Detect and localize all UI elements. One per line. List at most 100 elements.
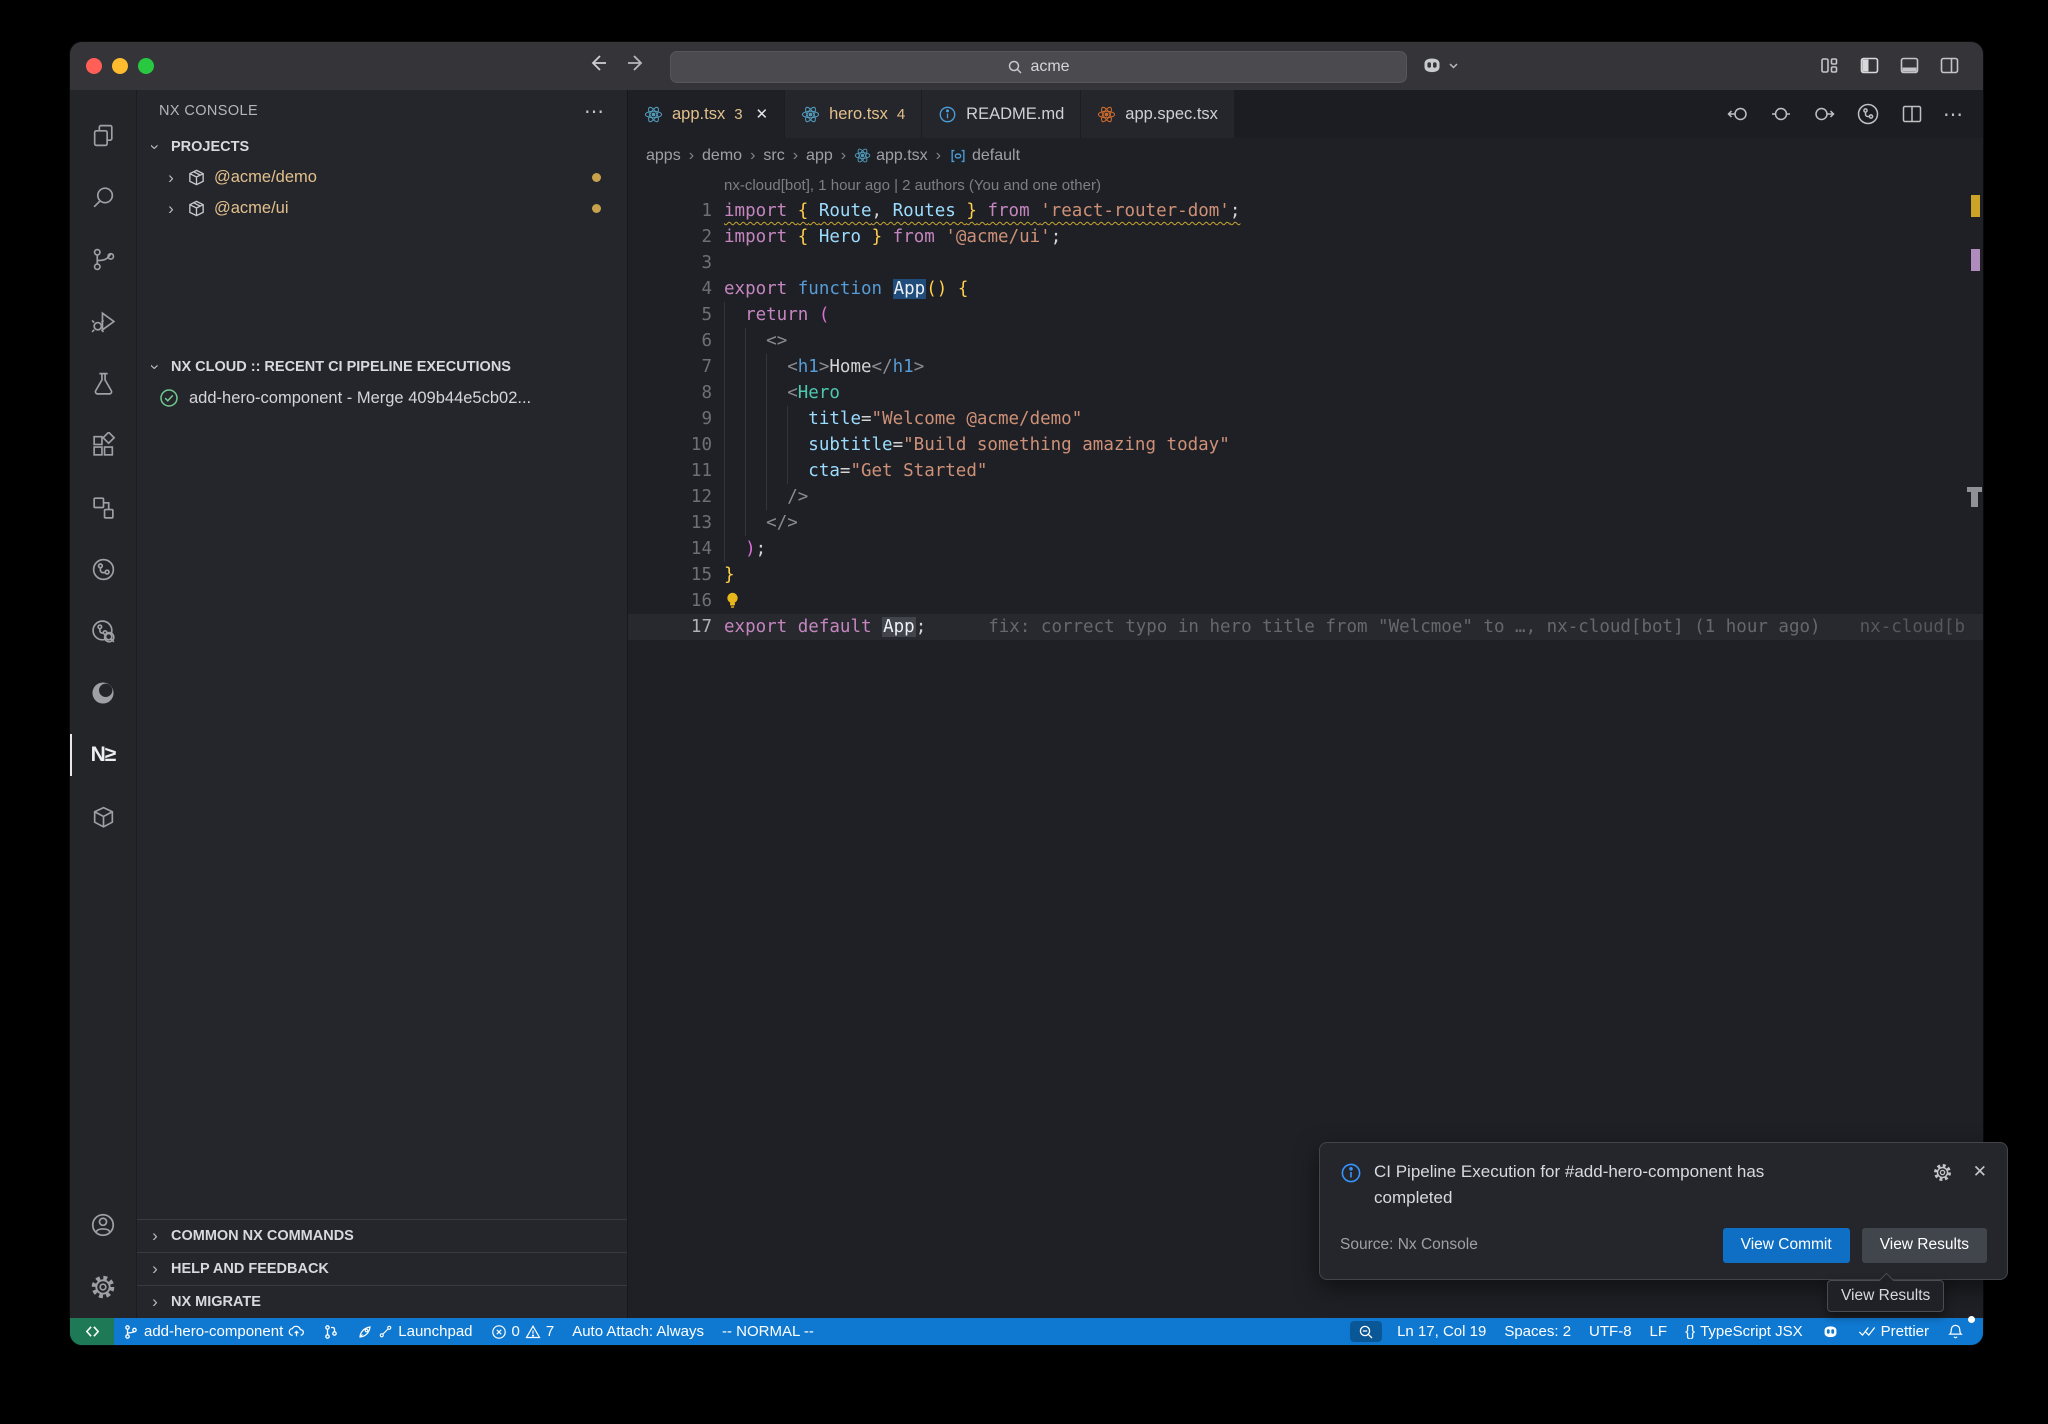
rocket-icon — [357, 1324, 373, 1340]
tab-app-spec-tsx[interactable]: app.spec.tsx — [1081, 90, 1235, 138]
breadcrumb-item-file[interactable]: app.tsx — [854, 147, 928, 165]
source-control-icon[interactable] — [70, 228, 136, 290]
prev-change-icon[interactable] — [1726, 102, 1750, 126]
tab-label: app.tsx — [672, 105, 725, 124]
code-line-7[interactable]: 7 <h1>Home</h1> — [628, 354, 1983, 380]
code-line-14[interactable]: 14 ); — [628, 536, 1983, 562]
references-icon[interactable] — [70, 476, 136, 538]
toggle-panel-icon[interactable] — [1898, 54, 1921, 77]
zoom-status[interactable] — [1350, 1321, 1382, 1342]
section-help-and-feedback[interactable]: › HELP AND FEEDBACK — [137, 1252, 627, 1285]
pipeline-execution-item[interactable]: add-hero-component - Merge 409b44e5cb02.… — [137, 382, 627, 414]
error-icon — [491, 1324, 507, 1340]
project-item-acme-ui[interactable]: › @acme/ui — [137, 193, 627, 224]
notification-settings-gear-icon[interactable] — [1932, 1162, 1953, 1183]
lightbulb-icon[interactable] — [724, 591, 741, 610]
commit-graph-status[interactable] — [314, 1318, 348, 1345]
section-projects[interactable]: › PROJECTS — [137, 132, 627, 162]
code-line-4[interactable]: 4export function App() { — [628, 276, 1983, 302]
breadcrumb-item-symbol[interactable]: default — [949, 147, 1020, 165]
vim-mode-status[interactable]: -- NORMAL -- — [713, 1318, 823, 1345]
code-line-16[interactable]: 16 — [628, 588, 1983, 614]
view-results-button[interactable]: View Results — [1862, 1228, 1987, 1263]
code-line-13[interactable]: 13 </> — [628, 510, 1983, 536]
chevron-right-icon: › — [163, 170, 179, 186]
command-center-search[interactable]: acme — [670, 51, 1407, 83]
tab-readme-md[interactable]: README.md — [922, 90, 1081, 138]
search-sidebar-icon[interactable] — [70, 166, 136, 228]
indentation-status[interactable]: Spaces: 2 — [1495, 1318, 1580, 1345]
project-item-acme-demo[interactable]: › @acme/demo — [137, 162, 627, 193]
navigate-back-icon[interactable] — [586, 52, 608, 74]
chevron-right-icon: › — [163, 201, 179, 217]
view-commit-button[interactable]: View Commit — [1723, 1228, 1850, 1263]
tab-hero-tsx[interactable]: hero.tsx 4 — [785, 90, 922, 138]
extensions-icon[interactable] — [70, 414, 136, 476]
notifications-bell[interactable] — [1938, 1318, 1973, 1345]
more-actions-icon[interactable]: ⋯ — [584, 99, 605, 124]
language-mode-status[interactable]: {} TypeScript JSX — [1676, 1318, 1812, 1345]
eol-status[interactable]: LF — [1641, 1318, 1677, 1345]
close-tab-icon[interactable]: ✕ — [756, 105, 769, 123]
code-line-5[interactable]: 5 return ( — [628, 302, 1983, 328]
section-label: PROJECTS — [171, 139, 249, 155]
gitlens-icon[interactable] — [70, 600, 136, 662]
code-line-3[interactable]: 3 — [628, 250, 1983, 276]
search-icon — [1007, 59, 1023, 75]
navigate-forward-icon[interactable] — [626, 52, 648, 74]
symbol-variable-icon — [949, 147, 967, 165]
formatter-status[interactable]: Prettier — [1849, 1318, 1938, 1345]
notification-source: Source: Nx Console — [1340, 1236, 1478, 1254]
toggle-secondary-sidebar-icon[interactable] — [1938, 54, 1961, 77]
minimize-window-button[interactable] — [112, 58, 128, 74]
nx-console-icon[interactable]: N≥ — [70, 724, 136, 786]
run-debug-icon[interactable] — [70, 290, 136, 352]
inline-blame: fix: correct typo in hero title from "We… — [926, 617, 1820, 637]
remote-indicator[interactable] — [70, 1318, 114, 1345]
breadcrumb-item[interactable]: apps — [646, 147, 681, 165]
encoding-status[interactable]: UTF-8 — [1580, 1318, 1641, 1345]
code-line-17[interactable]: 17nx-cloud[bexport default App;fix: corr… — [628, 614, 1983, 640]
settings-gear-icon[interactable] — [70, 1256, 136, 1318]
section-nx-migrate[interactable]: › NX MIGRATE — [137, 1285, 627, 1318]
account-icon[interactable] — [70, 1194, 136, 1256]
section-common-nx-commands[interactable]: › COMMON NX COMMANDS — [137, 1219, 627, 1252]
remote-explorer-icon[interactable] — [70, 538, 136, 600]
code-line-1[interactable]: 1import { Route, Routes } from 'react-ro… — [628, 198, 1983, 224]
toggle-primary-sidebar-icon[interactable] — [1858, 54, 1881, 77]
code-line-15[interactable]: 15} — [628, 562, 1983, 588]
tab-app-tsx[interactable]: app.tsx 3 ✕ — [628, 90, 785, 138]
code-line-9[interactable]: 9 title="Welcome @acme/demo" — [628, 406, 1983, 432]
next-change-icon[interactable] — [1812, 102, 1836, 126]
explorer-icon[interactable] — [70, 104, 136, 166]
copilot-status[interactable] — [1812, 1318, 1849, 1345]
code-line-11[interactable]: 11 cta="Get Started" — [628, 458, 1983, 484]
code-line-2[interactable]: 2import { Hero } from '@acme/ui'; — [628, 224, 1983, 250]
breadcrumb-item[interactable]: demo — [702, 147, 742, 165]
breadcrumb-item[interactable]: src — [763, 147, 784, 165]
git-branch-status[interactable]: add-hero-component — [114, 1318, 314, 1345]
problems-status[interactable]: 0 7 — [482, 1318, 564, 1345]
edge-browser-icon[interactable] — [70, 662, 136, 724]
breadcrumb-item[interactable]: app — [806, 147, 833, 165]
current-change-icon[interactable] — [1769, 102, 1793, 126]
code-line-8[interactable]: 8 <Hero — [628, 380, 1983, 406]
testing-icon[interactable] — [70, 352, 136, 414]
notification-close-icon[interactable]: ✕ — [1973, 1162, 1987, 1182]
maximize-window-button[interactable] — [138, 58, 154, 74]
section-nx-cloud[interactable]: › NX CLOUD :: RECENT CI PIPELINE EXECUTI… — [137, 352, 627, 382]
code-line-10[interactable]: 10 subtitle="Build something amazing tod… — [628, 432, 1983, 458]
code-line-12[interactable]: 12 /> — [628, 484, 1983, 510]
customize-layout-icon[interactable] — [1818, 54, 1841, 77]
copilot-menu[interactable] — [1420, 53, 1459, 77]
split-editor-icon[interactable] — [1900, 102, 1924, 126]
containers-icon[interactable] — [70, 786, 136, 848]
code-line-6[interactable]: 6 <> — [628, 328, 1983, 354]
close-window-button[interactable] — [86, 58, 102, 74]
auto-attach-status[interactable]: Auto Attach: Always — [563, 1318, 713, 1345]
launchpad-status[interactable]: Launchpad — [348, 1318, 481, 1345]
more-actions-icon[interactable]: ⋯ — [1943, 102, 1963, 127]
commit-graph-icon[interactable] — [1855, 101, 1881, 127]
line-number: 12 — [628, 484, 712, 510]
cursor-position-status[interactable]: Ln 17, Col 19 — [1388, 1318, 1495, 1345]
